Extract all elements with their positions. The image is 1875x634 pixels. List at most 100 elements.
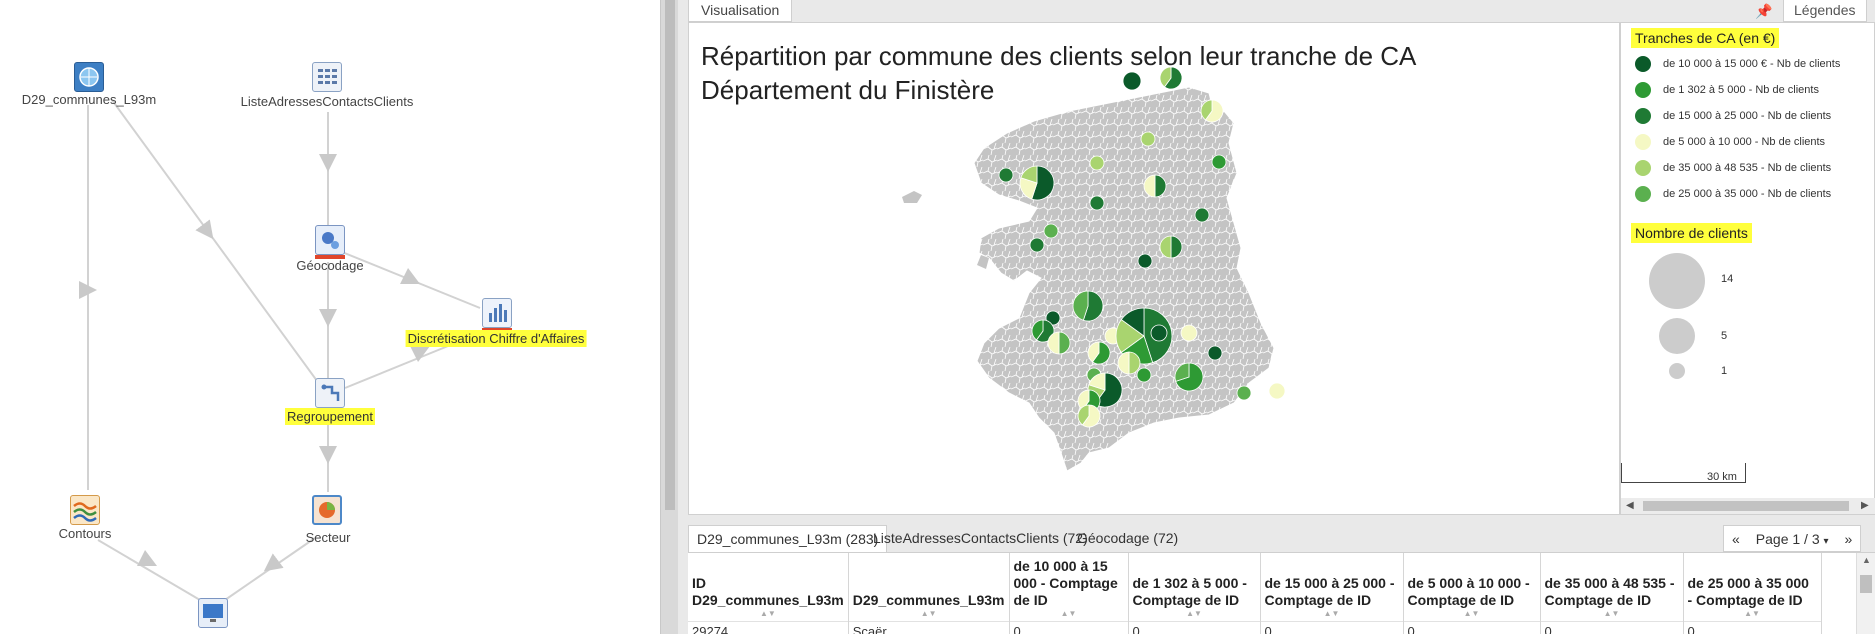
tab-legendes[interactable]: Légendes (1783, 0, 1867, 22)
legend-ca-heading: Tranches de CA (en €) (1631, 28, 1780, 48)
tab-visualisation[interactable]: Visualisation (688, 0, 793, 22)
commune-pie-4[interactable] (1140, 131, 1156, 147)
commune-pie-26[interactable] (1207, 345, 1223, 361)
legend-item: de 10 000 à 15 000 € - Nb de clients (1635, 54, 1840, 74)
commune-pie-15[interactable] (1137, 253, 1153, 269)
pie-slice-mid-green (998, 167, 1014, 183)
column-header[interactable]: de 1 302 à 5 000 - Comptage de ID ▲▼ (1128, 553, 1261, 621)
node-label-geocodage: Géocodage (296, 258, 364, 273)
legend-swatch (1635, 186, 1651, 202)
commune-pie-9[interactable] (1019, 165, 1055, 201)
commune-pie-21[interactable] (1087, 341, 1111, 365)
tab-geocodage[interactable]: Géocodage (72) (1069, 525, 1186, 552)
panel-splitter[interactable] (660, 0, 678, 634)
pie-slice-soft-green (1236, 385, 1252, 401)
pin-icon[interactable]: 📌 (1754, 1, 1774, 21)
commune-pie-24[interactable] (1180, 324, 1198, 342)
legend-item-label: de 35 000 à 48 535 - Nb de clients (1663, 162, 1832, 174)
node-label-contours: Contours (58, 526, 112, 541)
table-cell: 0 (1260, 620, 1404, 634)
column-header[interactable]: de 35 000 à 48 535 - Comptage de ID ▲▼ (1540, 553, 1684, 621)
commune-pie-32[interactable] (1236, 385, 1252, 401)
size-circle-5 (1659, 318, 1695, 354)
commune-pie-19[interactable] (1047, 331, 1071, 355)
commune-pie-23[interactable] (1150, 324, 1168, 342)
commune-pie-14[interactable] (1159, 235, 1183, 259)
tab-d29-communes[interactable]: D29_communes_L93m (283) (688, 525, 888, 552)
commune-pie-7[interactable] (1143, 174, 1167, 198)
sort-icon: ▲▼ (1603, 608, 1620, 618)
column-header[interactable]: ID D29_communes_L93m ▲▼ (688, 553, 849, 621)
node-liste-adresses[interactable] (312, 62, 342, 92)
node-discretisation[interactable] (482, 298, 512, 332)
scroll-left-icon[interactable]: ◀ (1626, 498, 1634, 514)
node-visualisation[interactable] (198, 598, 228, 628)
legend-swatch (1635, 56, 1651, 72)
node-secteur[interactable] (312, 495, 342, 525)
commune-pie-5[interactable] (1211, 154, 1227, 170)
visualisation-area: Visualisation 📌 Légendes Répartition par… (678, 0, 1875, 634)
map-title: Répartition par commune des clients selo… (701, 39, 1416, 107)
table-row[interactable]: 29274 Scaër 0 0 0 0 0 0 (688, 620, 1822, 634)
workflow-canvas[interactable]: D29_communes_L93m ListeAdressesContactsC… (0, 0, 660, 634)
pager-page-select[interactable]: Page 1 / 3 ▾ (1748, 531, 1837, 547)
column-header[interactable]: de 5 000 à 10 000 - Comptage de ID ▲▼ (1403, 553, 1541, 621)
commune-pie-12[interactable] (1043, 223, 1059, 239)
legend-item-label: de 10 000 à 15 000 € - Nb de clients (1663, 58, 1841, 70)
commune-pie-25[interactable] (1117, 351, 1141, 375)
legend-swatch (1635, 108, 1651, 124)
pager-prev-button[interactable]: « (1724, 531, 1748, 547)
pager-next-button[interactable]: » (1837, 531, 1861, 547)
node-regroupement[interactable] (315, 378, 345, 412)
legend-item-label: de 15 000 à 25 000 - Nb de clients (1663, 110, 1832, 122)
table-cell: 0 (1683, 620, 1822, 634)
scroll-thumb[interactable] (1860, 575, 1872, 593)
splitter-scroll-thumb[interactable] (665, 0, 675, 510)
commune-pie-10[interactable] (1089, 195, 1105, 211)
column-header-label: de 15 000 à 25 000 - Comptage de ID (1264, 574, 1395, 608)
column-header[interactable]: de 25 000 à 35 000 - Comptage de ID ▲▼ (1683, 553, 1822, 621)
commune-pie-33[interactable] (1268, 382, 1286, 400)
commune-pie-11[interactable] (1194, 207, 1210, 223)
node-d29-communes[interactable] (74, 62, 104, 92)
column-header-label: de 35 000 à 48 535 - Comptage de ID (1544, 574, 1675, 608)
sort-icon: ▲▼ (1060, 608, 1077, 618)
commune-pie-13[interactable] (1029, 237, 1045, 253)
legend-horizontal-scrollbar[interactable]: ◀ ▶ (1621, 498, 1875, 514)
table-vertical-scrollbar[interactable]: ▲ (1856, 553, 1875, 634)
commune-pie-6[interactable] (1089, 155, 1105, 171)
scroll-up-icon[interactable]: ▲ (1862, 555, 1871, 565)
table-cell: 0 (1403, 620, 1541, 634)
column-header[interactable]: D29_communes_L93m ▲▼ (848, 553, 1010, 621)
size-label-14: 14 (1721, 273, 1734, 285)
commune-pie-34[interactable] (1077, 404, 1101, 428)
column-header[interactable]: de 10 000 à 15 000 - Comptage de ID ▲▼ (1009, 553, 1129, 621)
scroll-right-icon[interactable]: ▶ (1861, 498, 1869, 514)
geocode-icon (315, 225, 345, 255)
node-contours[interactable] (70, 495, 100, 525)
legend-item-label: de 1 302 à 5 000 - Nb de clients (1663, 84, 1819, 96)
commune-pie-16[interactable] (1072, 290, 1104, 322)
globe-layer-icon (74, 62, 104, 92)
column-header[interactable]: de 15 000 à 25 000 - Comptage de ID ▲▼ (1260, 553, 1404, 621)
node-label-secteur: Secteur (305, 530, 351, 545)
scroll-thumb[interactable] (1643, 501, 1849, 511)
commune-pie-27[interactable] (1136, 367, 1152, 383)
commune-pie-8[interactable] (998, 167, 1014, 183)
commune-pie-28[interactable] (1174, 362, 1204, 392)
node-label-regroupement: Regroupement (285, 408, 375, 425)
sort-icon: ▲▼ (1186, 608, 1202, 618)
pie-slice-dark-green (1150, 324, 1168, 342)
pie-slice-mid-green (1194, 207, 1210, 223)
tab-liste-adresses[interactable]: ListeAdressesContactsClients (72) (865, 525, 1096, 552)
legend-item: de 35 000 à 48 535 - Nb de clients (1635, 158, 1831, 178)
node-geocodage[interactable] (315, 225, 345, 259)
map-panel[interactable]: Répartition par commune des clients selo… (688, 22, 1620, 515)
table-cell: 29274 (688, 620, 849, 634)
monitor-icon (198, 598, 228, 628)
table-cell: 0 (1009, 620, 1129, 634)
table-tabs: D29_communes_L93m (283) ListeAdressesCon… (688, 525, 1875, 552)
column-header-label: de 25 000 à 35 000 - Comptage de ID (1687, 574, 1809, 608)
column-header-label: de 5 000 à 10 000 - Comptage de ID (1407, 574, 1530, 608)
size-label-5: 5 (1721, 330, 1728, 342)
